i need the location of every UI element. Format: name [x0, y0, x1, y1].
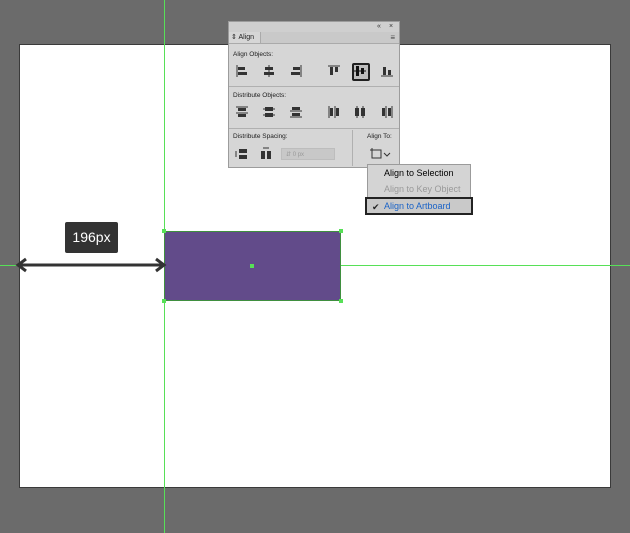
- horizontal-align-center-icon: [264, 65, 274, 77]
- horizontal-distribute-right-icon: [382, 106, 393, 118]
- vertical-distribute-center-icon: [263, 107, 275, 117]
- selection-handle-br[interactable]: [339, 299, 343, 303]
- menu-item-align-to-selection[interactable]: Align to Selection: [368, 165, 470, 181]
- checkmark-icon: ✔: [372, 202, 380, 212]
- align-to-label: Align To:: [367, 133, 392, 140]
- distance-label: 196px: [65, 222, 118, 253]
- horizontal-distribute-left-button[interactable]: [327, 105, 341, 119]
- center-point: [250, 264, 254, 268]
- vertical-align-top-button[interactable]: [327, 64, 341, 78]
- vertical-distribute-top-button[interactable]: [235, 105, 249, 119]
- close-icon[interactable]: ×: [389, 23, 393, 30]
- spacing-input[interactable]: ⇵ 0 px: [281, 148, 335, 160]
- horizontal-align-left-button[interactable]: [235, 64, 249, 78]
- section-divider: [229, 128, 399, 129]
- spacing-value: 0 px: [292, 152, 305, 158]
- selection-handle-bl[interactable]: [162, 299, 166, 303]
- vertical-align-center-icon: [354, 66, 366, 76]
- vertical-distribute-bottom-button[interactable]: [289, 105, 303, 119]
- menu-item-label: Align to Artboard: [384, 201, 451, 211]
- menu-item-align-to-key-object[interactable]: Align to Key Object: [368, 181, 470, 197]
- horizontal-distribute-right-button[interactable]: [380, 105, 394, 119]
- horizontal-distribute-space-button[interactable]: [259, 147, 273, 161]
- selection-handle-tr[interactable]: [339, 229, 343, 233]
- vertical-align-bottom-button[interactable]: [380, 64, 394, 78]
- vertical-distribute-space-icon: [235, 149, 247, 159]
- double-arrow-icon: [15, 257, 167, 273]
- align-to-dropdown-button[interactable]: [369, 147, 393, 161]
- align-panel: « × ⇕ Align ≡ Align Objects: Distribute …: [228, 21, 400, 168]
- horizontal-align-left-icon: [236, 65, 247, 77]
- stepper-icon[interactable]: ⇵: [286, 152, 291, 158]
- vertical-distribute-center-button[interactable]: [262, 105, 276, 119]
- panel-titlebar[interactable]: « ×: [229, 22, 399, 32]
- selection-handle-tl[interactable]: [162, 229, 166, 233]
- horizontal-align-center-button[interactable]: [262, 64, 276, 78]
- panel-tab-row: ⇕ Align ≡: [229, 32, 399, 44]
- distribute-spacing-label: Distribute Spacing:: [233, 133, 288, 140]
- tab-align-label: Align: [238, 34, 255, 41]
- horizontal-align-right-button[interactable]: [289, 64, 303, 78]
- horizontal-distribute-center-button[interactable]: [353, 105, 367, 119]
- vertical-divider: [352, 130, 353, 166]
- horizontal-distribute-center-icon: [355, 106, 365, 118]
- section-divider: [229, 86, 399, 87]
- align-objects-label: Align Objects:: [233, 51, 274, 58]
- horizontal-distribute-left-icon: [328, 106, 339, 118]
- vertical-align-top-icon: [328, 65, 340, 75]
- menu-item-align-to-artboard[interactable]: ✔ Align to Artboard: [365, 197, 473, 215]
- tab-align[interactable]: ⇕ Align: [229, 32, 261, 43]
- tab-toggle-icon: ⇕: [231, 34, 237, 41]
- align-to-artboard-icon: [370, 148, 391, 159]
- vertical-distribute-bottom-icon: [290, 107, 302, 118]
- vertical-align-bottom-icon: [381, 67, 393, 77]
- collapse-icon[interactable]: «: [377, 23, 381, 30]
- horizontal-align-right-icon: [291, 65, 302, 77]
- horizontal-distribute-space-icon: [261, 147, 271, 159]
- panel-menu-icon[interactable]: ≡: [390, 33, 395, 42]
- distribute-objects-label: Distribute Objects:: [233, 92, 287, 99]
- vertical-align-center-button[interactable]: [352, 63, 370, 81]
- vertical-distribute-top-icon: [236, 106, 248, 117]
- align-to-menu: Align to Selection Align to Key Object ✔…: [365, 164, 473, 215]
- vertical-distribute-space-button[interactable]: [235, 147, 249, 161]
